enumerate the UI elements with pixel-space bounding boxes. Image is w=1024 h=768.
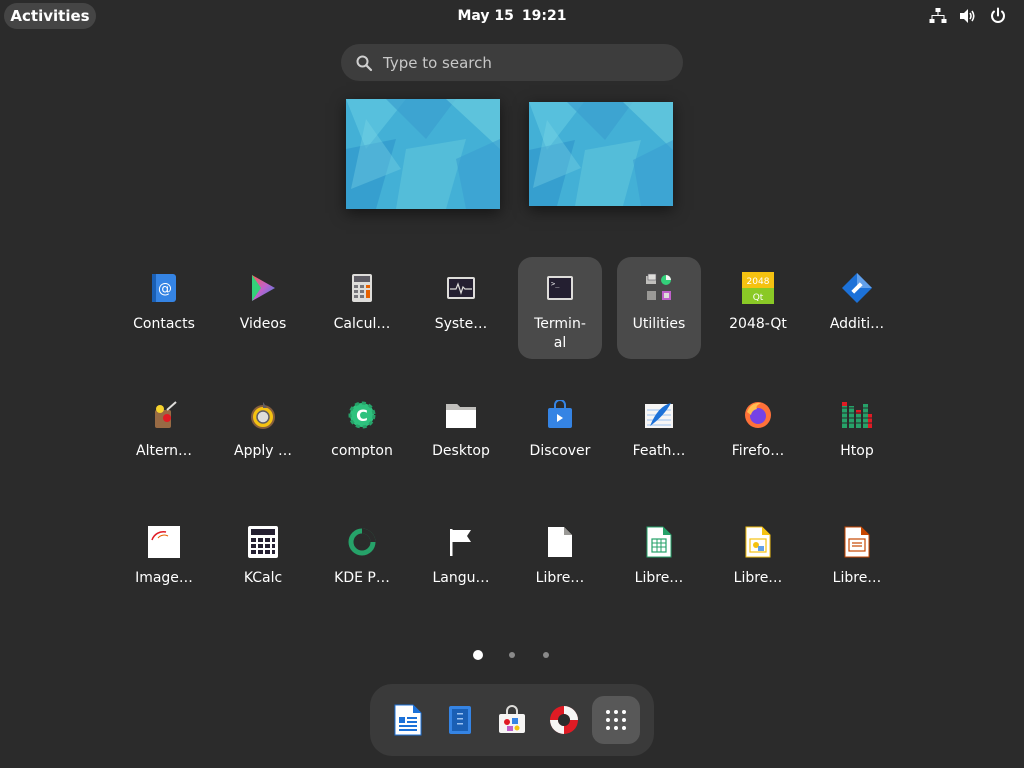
terminal-icon: >_: [543, 271, 577, 305]
search-bar[interactable]: Type to search: [341, 44, 683, 81]
image-viewer-icon: [147, 525, 181, 559]
help-icon: [550, 706, 578, 734]
dock-text-editor[interactable]: [436, 696, 484, 744]
svg-text:>_: >_: [551, 280, 560, 288]
contacts-icon: @: [147, 271, 181, 305]
app-libreoffice-draw[interactable]: Libre…: [716, 511, 800, 613]
apply-patch-icon: [246, 398, 280, 432]
alternatives-configurator-icon: [147, 398, 181, 432]
app-kde-partition-manager[interactable]: KDE P…: [320, 511, 404, 613]
volume-icon[interactable]: [958, 6, 978, 26]
app-libreoffice-calc[interactable]: Libre…: [617, 511, 701, 613]
workspace-thumbnail-1[interactable]: [346, 99, 500, 209]
utilities-folder-icon: [642, 271, 676, 305]
search-placeholder: Type to search: [383, 53, 492, 72]
videos-icon: [246, 271, 280, 305]
svg-text:2048: 2048: [747, 277, 770, 287]
dock: [370, 684, 654, 756]
app-image-viewer[interactable]: Image…: [122, 511, 206, 613]
svg-text:@: @: [158, 281, 172, 297]
app-folder-utilities[interactable]: Utilities: [617, 257, 701, 359]
app-compton[interactable]: C compton: [320, 384, 404, 486]
libreoffice-calc-icon: [642, 525, 676, 559]
language-support-icon: [444, 525, 478, 559]
kcalc-icon: [246, 525, 280, 559]
desktop-folder-icon: [444, 398, 478, 432]
compton-icon: C: [345, 398, 379, 432]
firefox-icon: [741, 398, 775, 432]
page-dot-2[interactable]: [506, 649, 518, 661]
app-discover[interactable]: Discover: [518, 384, 602, 486]
clock-time: 19:21: [521, 8, 567, 24]
app-kcalc[interactable]: KCalc: [221, 511, 305, 613]
search-icon: [356, 55, 373, 71]
top-bar: Activities May 15 19:21: [0, 0, 1024, 32]
app-language-support[interactable]: Langu…: [419, 511, 503, 613]
libreoffice-impress-icon: [840, 525, 874, 559]
power-icon[interactable]: [988, 6, 1008, 26]
app-videos[interactable]: Videos: [221, 257, 305, 359]
text-editor-icon: [449, 706, 471, 734]
page-dot-3[interactable]: [540, 649, 552, 661]
show-apps-icon: [606, 710, 626, 730]
app-apply-patch[interactable]: Apply …: [221, 384, 305, 486]
clock-date: May 15: [457, 8, 514, 24]
2048-qt-icon: 2048 Qt: [741, 271, 775, 305]
dock-help[interactable]: [540, 696, 588, 744]
dock-libreoffice-writer[interactable]: [384, 696, 432, 744]
app-contacts[interactable]: @ Contacts: [122, 257, 206, 359]
app-alternatives[interactable]: Altern…: [122, 384, 206, 486]
page-dot-1[interactable]: [472, 649, 484, 661]
app-system-monitor[interactable]: Syste…: [419, 257, 503, 359]
app-libreoffice-impress[interactable]: Libre…: [815, 511, 899, 613]
activities-button[interactable]: Activities: [4, 3, 96, 29]
app-desktop-folder[interactable]: Desktop: [419, 384, 503, 486]
app-htop[interactable]: Htop: [815, 384, 899, 486]
discover-icon: [543, 398, 577, 432]
system-tray[interactable]: [928, 6, 1008, 26]
htop-icon: [840, 398, 874, 432]
libreoffice-draw-icon: [741, 525, 775, 559]
page-indicator: [0, 649, 1024, 661]
additional-drivers-icon: [840, 271, 874, 305]
kde-partition-manager-icon: [345, 525, 379, 559]
feathernotes-icon: [642, 398, 676, 432]
software-center-icon: [499, 705, 525, 733]
calculator-icon: [345, 271, 379, 305]
dock-software-center[interactable]: [488, 696, 536, 744]
system-monitor-icon: [444, 271, 478, 305]
show-apps-button[interactable]: [592, 696, 640, 744]
app-2048-qt[interactable]: 2048 Qt 2048-Qt: [716, 257, 800, 359]
app-firefox[interactable]: Firefo…: [716, 384, 800, 486]
libreoffice-icon: [543, 525, 577, 559]
network-icon[interactable]: [928, 6, 948, 26]
libreoffice-writer-icon: [394, 704, 422, 736]
workspace-thumbnail-2[interactable]: [529, 102, 673, 206]
app-calculator[interactable]: Calcul…: [320, 257, 404, 359]
clock[interactable]: May 15 19:21: [442, 0, 582, 32]
app-terminal[interactable]: >_ Termin- al: [518, 257, 602, 359]
app-libreoffice[interactable]: Libre…: [518, 511, 602, 613]
app-feathernotes[interactable]: Feath…: [617, 384, 701, 486]
app-additional-drivers[interactable]: Additi…: [815, 257, 899, 359]
svg-text:C: C: [356, 406, 368, 425]
svg-text:Qt: Qt: [753, 293, 764, 303]
